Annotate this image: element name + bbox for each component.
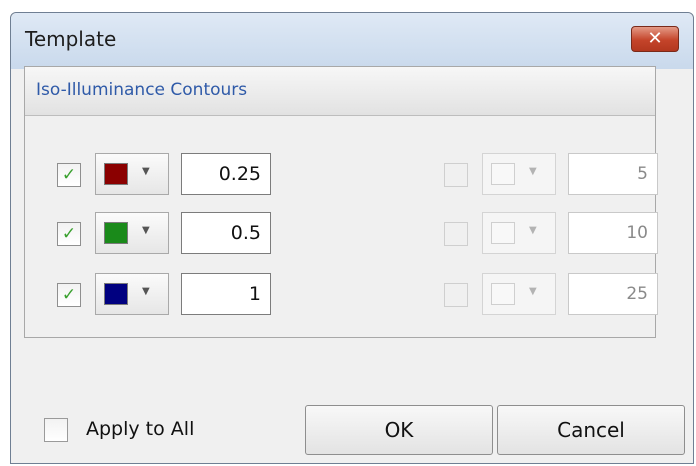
chevron-down-icon: ▼ (142, 225, 150, 236)
contour-1-checkbox[interactable]: ✓ (57, 163, 81, 187)
contour-2-value-field[interactable]: 0.5 (181, 212, 271, 254)
color-swatch (491, 222, 515, 244)
title-bar: Template ✕ (11, 13, 693, 69)
contour-4-value-field[interactable]: 5 (568, 153, 658, 195)
chevron-down-icon: ▼ (529, 166, 537, 177)
ok-button[interactable]: OK (305, 405, 493, 455)
checkmark-icon: ✓ (61, 224, 77, 244)
chevron-down-icon: ▼ (529, 286, 537, 297)
checkmark-icon: ✓ (61, 285, 77, 305)
contour-5-checkbox[interactable] (444, 222, 468, 246)
contour-4-color-picker[interactable]: ▼ (482, 153, 556, 195)
color-swatch (104, 163, 128, 185)
checkmark-icon: ✓ (61, 165, 77, 185)
contour-4-checkbox[interactable] (444, 163, 468, 187)
close-button[interactable]: ✕ (631, 26, 679, 52)
apply-to-all-label: Apply to All (86, 418, 195, 440)
color-swatch (104, 222, 128, 244)
group-header: Iso-Illuminance Contours (25, 67, 655, 116)
contour-6-checkbox[interactable] (444, 283, 468, 307)
color-swatch (491, 283, 515, 305)
contour-3-color-picker[interactable]: ▼ (95, 273, 169, 315)
contour-3-checkbox[interactable]: ✓ (57, 283, 81, 307)
contour-2-color-picker[interactable]: ▼ (95, 212, 169, 254)
apply-to-all-checkbox[interactable] (44, 418, 68, 442)
contour-2-checkbox[interactable]: ✓ (57, 222, 81, 246)
cancel-button[interactable]: Cancel (497, 405, 685, 455)
dialog-title: Template (25, 27, 117, 51)
close-icon: ✕ (647, 28, 663, 49)
color-swatch (491, 163, 515, 185)
group-title: Iso-Illuminance Contours (36, 80, 248, 100)
contour-5-color-picker[interactable]: ▼ (482, 212, 556, 254)
contour-1-color-picker[interactable]: ▼ (95, 153, 169, 195)
contour-3-value-field[interactable]: 1 (181, 273, 271, 315)
chevron-down-icon: ▼ (529, 225, 537, 236)
contour-5-value-field[interactable]: 10 (568, 212, 658, 254)
color-swatch (104, 283, 128, 305)
contour-6-color-picker[interactable]: ▼ (482, 273, 556, 315)
chevron-down-icon: ▼ (142, 166, 150, 177)
chevron-down-icon: ▼ (142, 286, 150, 297)
contour-1-value-field[interactable]: 0.25 (181, 153, 271, 195)
contour-6-value-field[interactable]: 25 (568, 273, 658, 315)
